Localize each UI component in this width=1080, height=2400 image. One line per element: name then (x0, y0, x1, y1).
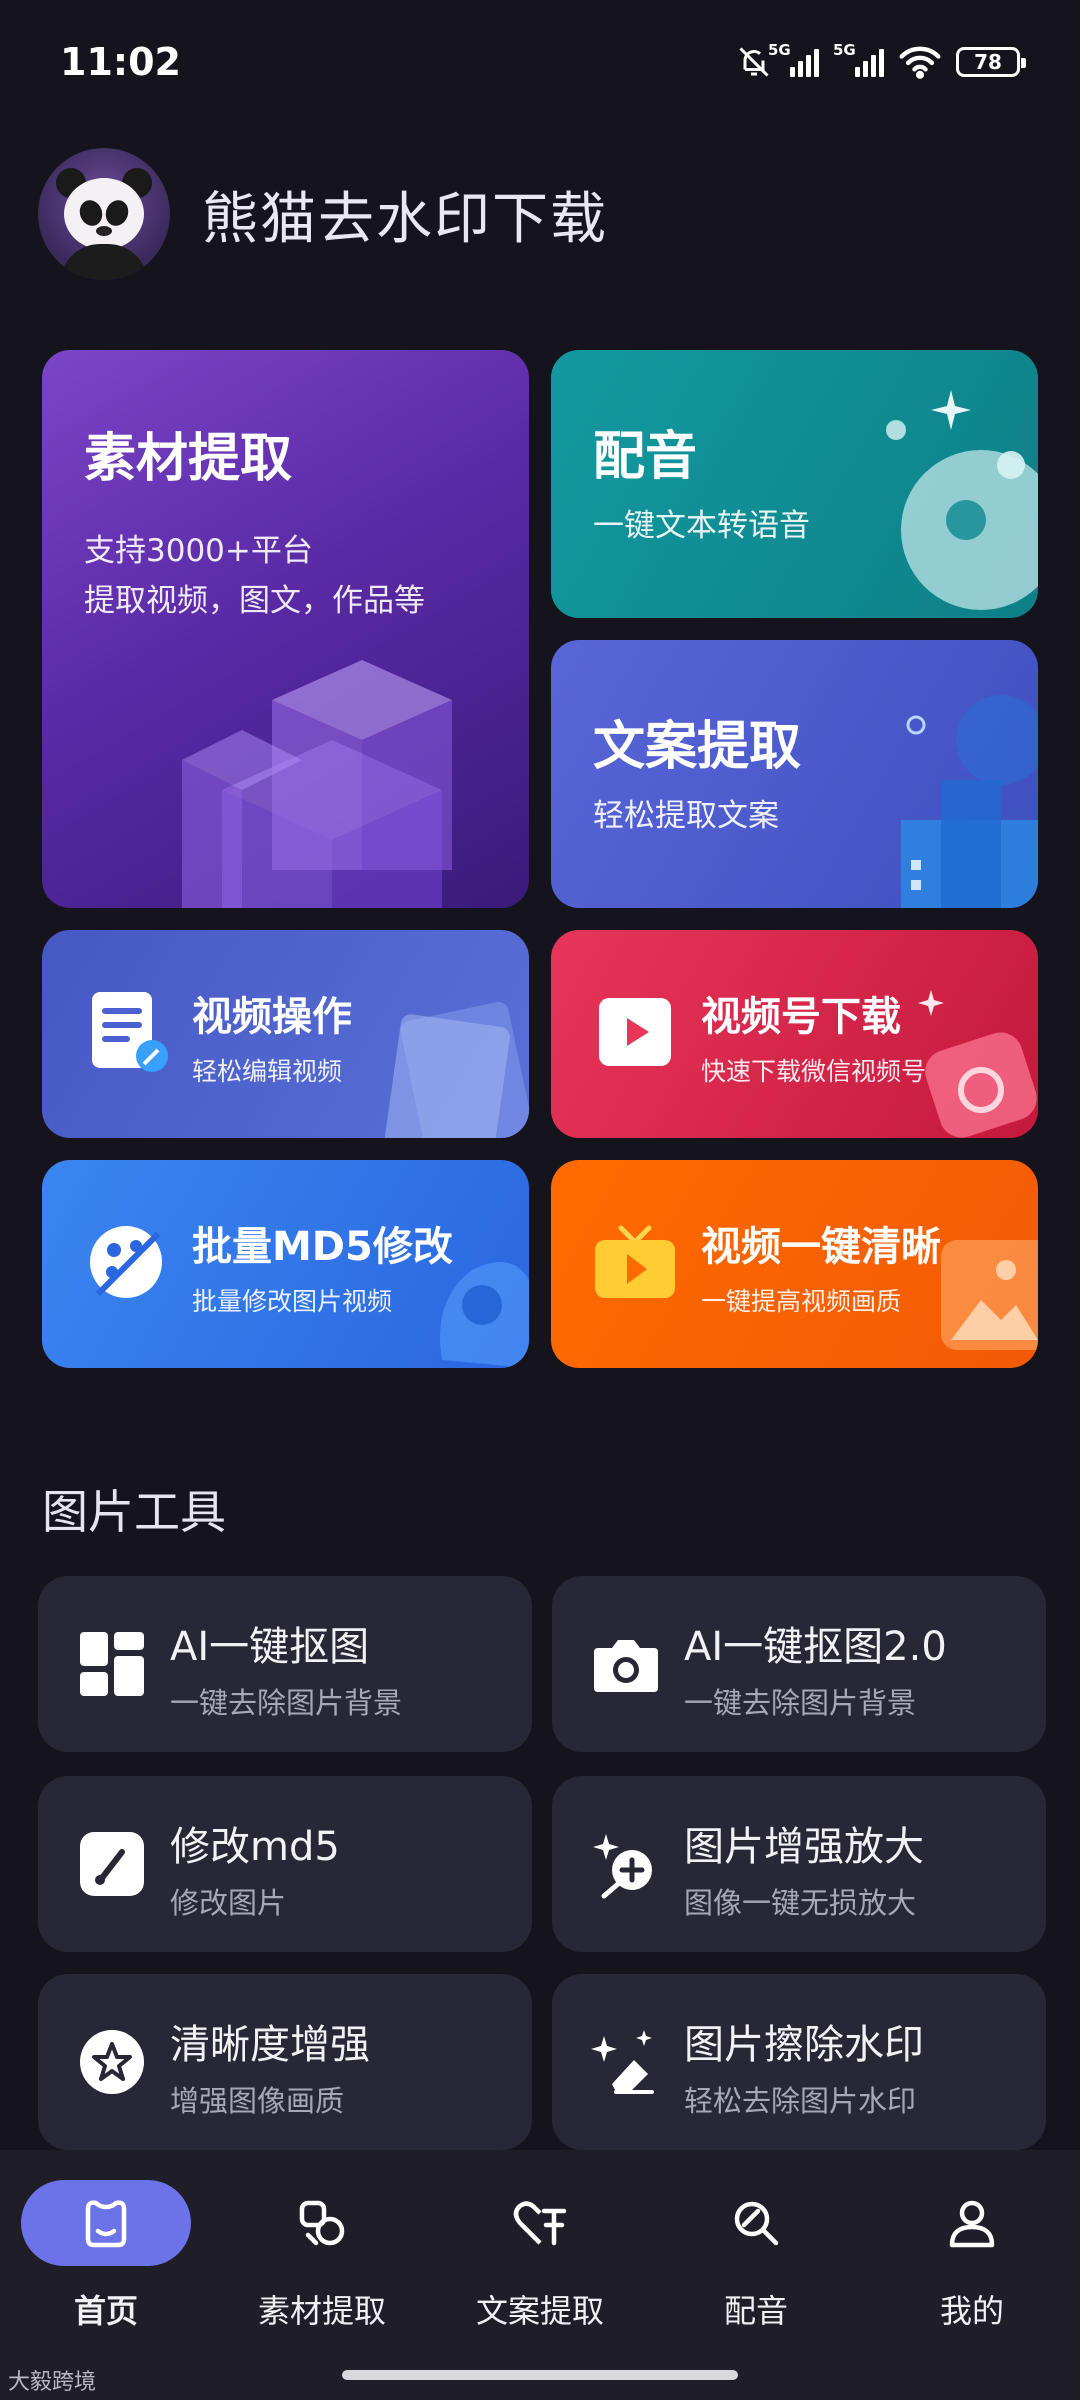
card-title: 配音 (593, 427, 698, 487)
nav-dubbing[interactable]: 配音 (656, 2180, 856, 2340)
material-extract-card[interactable]: 素材提取 支持3000+平台 提取视频，图文，作品等 (42, 350, 529, 908)
nav-label: 素材提取 (257, 2292, 386, 2330)
signal-icon-2: 5G (833, 41, 884, 77)
sparkle-plus-icon (593, 1834, 652, 1899)
brush-icon (80, 1832, 144, 1896)
papers-illustration (384, 1001, 529, 1138)
network-type-1: 5G (768, 41, 791, 59)
tool-subtitle: 图像一键无损放大 (684, 1886, 917, 1920)
bottom-nav: 首页 素材提取 文案提取 配音 我的 (0, 2150, 1080, 2400)
tool-ai-cutout[interactable]: AI一键抠图 一键去除图片背景 (38, 1576, 532, 1752)
nav-label: 配音 (723, 2292, 788, 2330)
network-type-2: 5G (833, 41, 856, 59)
battery-level: 78 (974, 50, 1002, 74)
eraser-sparkle-icon (591, 2030, 654, 2094)
camera-icon (594, 1640, 658, 1692)
camera-decoration (918, 990, 1037, 1138)
card-subtitle-line2: 提取视频，图文，作品等 (84, 583, 425, 619)
app-title: 熊猫去水印下载 (202, 186, 608, 252)
nav-label: 我的 (939, 2292, 1004, 2330)
section-title-image-tools: 图片工具 (42, 1485, 226, 1539)
signal-icon-1: 5G (768, 41, 819, 77)
card-subtitle: 一键提高视频画质 (701, 1287, 902, 1316)
image-decoration (941, 1240, 1038, 1350)
card-subtitle: 快速下载微信视频号 (701, 1057, 927, 1086)
nav-profile[interactable]: 我的 (872, 2180, 1072, 2340)
card-title: 批量MD5修改 (192, 1224, 453, 1270)
battery-icon: 78 (956, 47, 1026, 77)
card-title: 视频一键清晰 (701, 1224, 941, 1270)
grid-icon (80, 1632, 144, 1696)
tool-subtitle: 一键去除图片背景 (684, 1686, 917, 1720)
building-illustration (901, 695, 1038, 908)
tool-modify-md5[interactable]: 修改md5 修改图片 (38, 1776, 532, 1952)
card-subtitle: 一键文本转语音 (593, 508, 810, 544)
nav-copy[interactable]: 文案提取 (440, 2180, 640, 2340)
play-video-icon (599, 998, 671, 1066)
tool-subtitle: 轻松去除图片水印 (684, 2084, 917, 2118)
tool-title: 清晰度增强 (170, 2022, 370, 2068)
card-subtitle-line1: 支持3000+平台 (84, 533, 313, 569)
tool-ai-cutout-2[interactable]: AI一键抠图2.0 一键去除图片背景 (552, 1576, 1046, 1752)
video-hd-card[interactable]: 视频一键清晰 一键提高视频画质 (551, 1160, 1038, 1368)
tool-clarity-enhance[interactable]: 清晰度增强 增强图像画质 (38, 1974, 532, 2150)
card-title: 视频号下载 (701, 994, 901, 1040)
heart-text-icon (513, 2201, 567, 2246)
star-badge-icon (80, 2030, 144, 2094)
tool-title: 修改md5 (170, 1824, 340, 1870)
video-ops-card[interactable]: 视频操作 轻松编辑视频 (42, 930, 529, 1138)
card-subtitle: 轻松编辑视频 (192, 1057, 343, 1086)
palette-icon (90, 1226, 162, 1298)
batch-md5-card[interactable]: 批量MD5修改 批量修改图片视频 (42, 1160, 529, 1368)
status-time: 11:02 (60, 40, 181, 84)
tool-title: 图片增强放大 (684, 1824, 924, 1870)
card-subtitle: 批量修改图片视频 (192, 1287, 393, 1316)
copy-extract-card[interactable]: 文案提取 轻松提取文案 (551, 640, 1038, 908)
tool-image-enhance[interactable]: 图片增强放大 图像一键无损放大 (552, 1776, 1046, 1952)
card-title: 文案提取 (593, 717, 802, 777)
status-bar: 11:02 5G 5G 78 (0, 0, 1080, 130)
status-icons: 5G 5G 78 (736, 41, 1026, 80)
card-title: 素材提取 (84, 429, 293, 489)
wifi-icon (899, 46, 941, 79)
home-indicator[interactable] (342, 2370, 738, 2380)
search-mic-icon (734, 2201, 779, 2246)
tool-subtitle: 修改图片 (170, 1886, 287, 1920)
card-subtitle: 轻松提取文案 (593, 798, 779, 834)
nav-label: 首页 (73, 2292, 138, 2330)
tool-remove-watermark[interactable]: 图片擦除水印 轻松去除图片水印 (552, 1974, 1046, 2150)
planet-illustration (886, 390, 1038, 610)
video-channel-download-card[interactable]: 视频号下载 快速下载微信视频号 (551, 930, 1038, 1138)
app-header: 熊猫去水印下载 (38, 148, 608, 280)
nav-home[interactable]: 首页 (6, 2180, 206, 2340)
nav-dubbing-pill (671, 2180, 841, 2266)
nav-label: 文案提取 (475, 2292, 604, 2330)
tool-subtitle: 增强图像画质 (170, 2084, 345, 2118)
tool-subtitle: 一键去除图片背景 (170, 1686, 403, 1720)
tv-play-icon (595, 1225, 675, 1298)
home-bear-icon (85, 2200, 127, 2248)
card-subtitle: 支持3000+平台 提取视频，图文，作品等 (84, 526, 425, 626)
tool-title: AI一键抠图 (170, 1624, 370, 1670)
bell-off-icon (739, 47, 769, 77)
cubes-illustration (182, 660, 452, 908)
dubbing-card[interactable]: 配音 一键文本转语音 (551, 350, 1038, 618)
nav-profile-pill (887, 2180, 1057, 2266)
tool-title: 图片擦除水印 (684, 2022, 924, 2068)
nav-material[interactable]: 素材提取 (222, 2180, 422, 2340)
avatar[interactable] (38, 148, 170, 280)
nav-copy-pill (455, 2180, 625, 2266)
nav-home-pill (21, 2180, 191, 2266)
shapes-icon (299, 2200, 345, 2246)
watermark-text: 大毅跨境 (8, 2370, 97, 2395)
card-title: 视频操作 (192, 994, 352, 1040)
tool-title: AI一键抠图2.0 (684, 1624, 947, 1670)
document-edit-icon (92, 992, 168, 1072)
user-icon (949, 2200, 995, 2248)
nav-material-pill (237, 2180, 407, 2266)
